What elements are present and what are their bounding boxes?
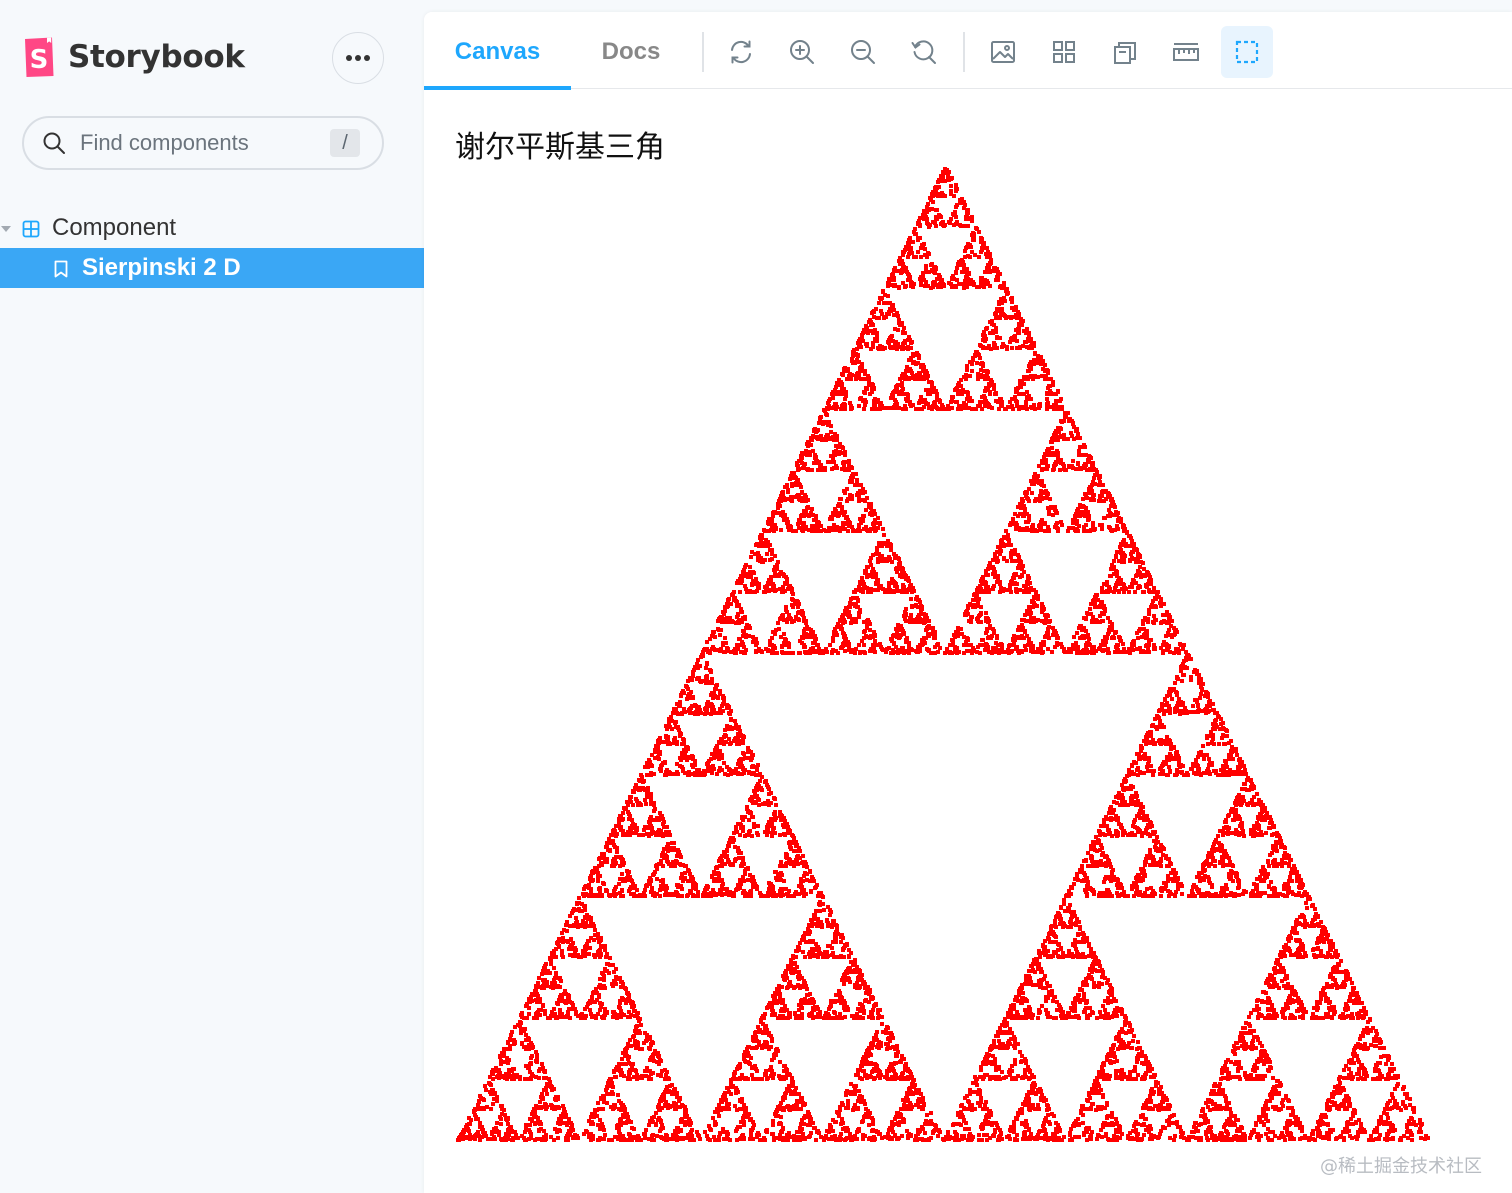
component-icon	[22, 220, 40, 238]
sierpinski-triangle-canvas	[456, 167, 1430, 1142]
sidebar-group-label: Component	[52, 214, 177, 241]
background-button[interactable]	[977, 26, 1029, 78]
sidebar-menu-button[interactable]	[332, 32, 384, 84]
fractal-points	[456, 167, 1430, 1142]
viewport-button[interactable]	[1099, 26, 1151, 78]
search-icon	[43, 132, 65, 154]
bookmark-icon	[54, 260, 68, 278]
svg-text:S: S	[30, 45, 49, 75]
zoom-in-icon	[790, 40, 814, 64]
brand[interactable]: S Storybook	[22, 36, 245, 78]
outline-button[interactable]	[1221, 26, 1273, 78]
zoom-out-icon	[851, 40, 875, 64]
measure-icon	[1173, 43, 1199, 61]
sidebar: S Storybook / Component Sierpinski 2 D	[0, 0, 424, 1193]
search-box[interactable]: /	[22, 116, 384, 170]
search-shortcut-key: /	[330, 129, 360, 157]
more-icon	[346, 55, 370, 61]
sidebar-item-label: Sierpinski 2 D	[82, 254, 241, 281]
zoom-out-button[interactable]	[837, 26, 889, 78]
brand-name: Storybook	[68, 39, 245, 75]
outline-icon	[1235, 40, 1259, 64]
background-icon	[991, 41, 1015, 63]
sidebar-group-component[interactable]: Component	[0, 208, 424, 250]
viewport-icon	[1114, 42, 1136, 64]
toolbar-divider	[702, 32, 704, 72]
toolbar: Canvas Docs	[424, 12, 1512, 90]
reload-icon	[731, 40, 751, 64]
zoom-in-button[interactable]	[776, 26, 828, 78]
grid-icon	[1053, 41, 1075, 63]
tab-canvas[interactable]: Canvas	[424, 12, 571, 90]
toolbar-divider	[963, 32, 965, 72]
grid-button[interactable]	[1038, 26, 1090, 78]
sidebar-item-sierpinski-2d[interactable]: Sierpinski 2 D	[0, 248, 424, 288]
watermark: @稀土掘金技术社区	[1320, 1156, 1482, 1177]
caret-down-icon	[1, 226, 11, 232]
zoom-reset-button[interactable]	[898, 26, 950, 78]
measure-button[interactable]	[1160, 26, 1212, 78]
storybook-logo-icon: S	[25, 37, 54, 77]
search-input[interactable]	[78, 129, 322, 157]
tab-docs[interactable]: Docs	[584, 12, 678, 88]
reload-button[interactable]	[715, 26, 767, 78]
zoom-reset-icon	[911, 40, 936, 64]
